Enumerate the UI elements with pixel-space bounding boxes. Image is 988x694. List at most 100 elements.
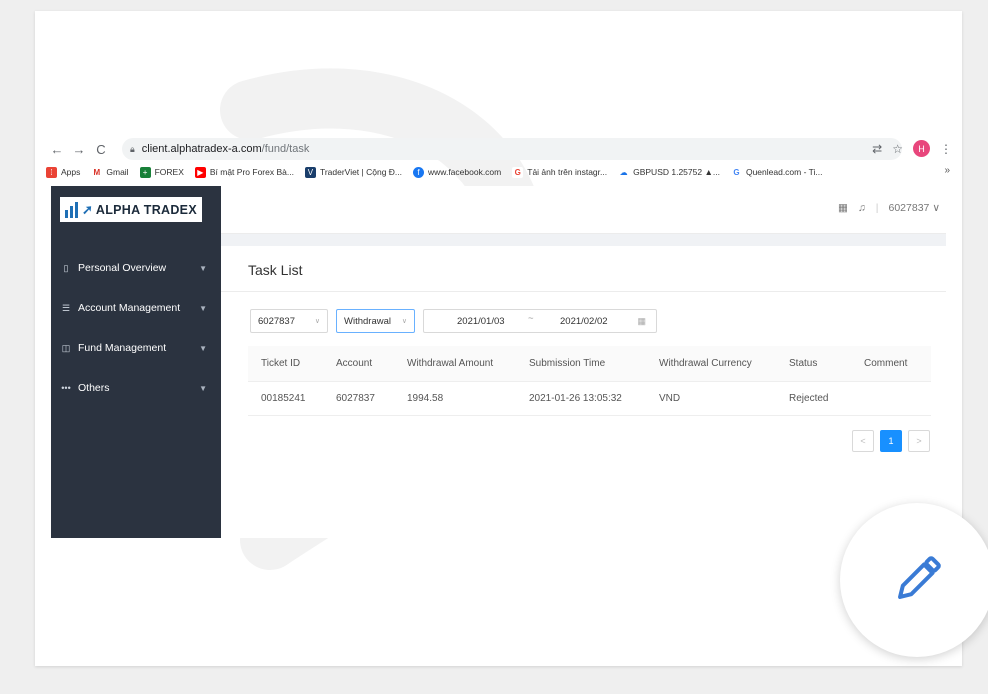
column-header: Account bbox=[336, 358, 373, 369]
cell-submission-time: 2021-01-26 13:05:32 bbox=[529, 393, 622, 404]
main-content: Task List 6027837 ∨ Withdrawal ∨ 2021/01… bbox=[221, 246, 946, 538]
reload-icon[interactable]: C bbox=[90, 142, 112, 157]
cell-status: Rejected bbox=[789, 393, 829, 404]
logo[interactable]: ➚ ALPHA TRADEX bbox=[60, 197, 202, 222]
logo-text: ALPHA TRADEX bbox=[95, 202, 197, 217]
sidebar-item-others[interactable]: ••• Others ▼ bbox=[51, 368, 221, 408]
apps-grid-icon: ⁞ bbox=[46, 166, 57, 178]
date-range-picker[interactable]: 2021/01/03 ~ 2021/02/02 ▦ bbox=[423, 309, 657, 333]
edit-fab-button[interactable] bbox=[840, 503, 988, 657]
bell-icon[interactable]: ♫ bbox=[858, 202, 866, 214]
prev-page-button[interactable]: < bbox=[852, 430, 874, 452]
google-icon: G bbox=[730, 166, 742, 178]
bookmark-forex[interactable]: + FOREX bbox=[139, 166, 184, 178]
list-icon: ☰ bbox=[61, 302, 71, 313]
bookmark-label: Quenlead.com - Ti... bbox=[745, 167, 823, 177]
bookmarks-bar: ⁞ Apps M Gmail + FOREX ▶ Bí mật Pro Forex Bà… bbox=[46, 163, 952, 181]
table-header: Ticket ID Account Withdrawal Amount Subm… bbox=[248, 346, 931, 382]
chevron-down-icon: ∨ bbox=[401, 318, 407, 325]
column-header: Withdrawal Currency bbox=[659, 358, 752, 369]
date-from[interactable]: 2021/01/03 bbox=[457, 316, 505, 327]
bookmark-label: GBPUSD 1.25752 ▲... bbox=[633, 167, 720, 177]
bookmark-quenlead[interactable]: G Quenlead.com - Ti... bbox=[730, 166, 823, 178]
chevron-left-icon: < bbox=[860, 436, 866, 446]
translate-icon[interactable]: ⇄ bbox=[872, 142, 882, 156]
url-bar[interactable]: 🔒︎ client.alphatradex-a.com/fund/task bbox=[122, 138, 902, 160]
chevron-down-icon: ▼ bbox=[199, 343, 207, 353]
chevron-down-icon: ▼ bbox=[199, 263, 207, 273]
bookmark-gbpusd[interactable]: ☁ GBPUSD 1.25752 ▲... bbox=[618, 166, 720, 178]
type-select[interactable]: Withdrawal ∨ bbox=[336, 309, 415, 333]
account-switcher[interactable]: 6027837 ∨ bbox=[889, 202, 941, 214]
column-header: Ticket ID bbox=[261, 358, 301, 369]
bookmarks-more-icon[interactable]: » bbox=[944, 165, 950, 176]
chevron-down-icon: ∨ bbox=[932, 202, 940, 214]
header-separator bbox=[221, 234, 946, 246]
cell-amount: 1994.58 bbox=[407, 393, 444, 404]
bookmark-gmail[interactable]: M Gmail bbox=[91, 166, 129, 178]
document-icon: ▯ bbox=[63, 262, 69, 273]
sidebar-item-account-management[interactable]: ☰ Account Management ▼ bbox=[51, 288, 221, 328]
cell-account: 6027837 bbox=[336, 393, 375, 404]
url-path: /fund/task bbox=[261, 143, 310, 155]
profile-avatar[interactable]: H bbox=[913, 140, 930, 157]
page-title: Task List bbox=[248, 262, 303, 278]
url-host: client.alphatradex-a.com bbox=[141, 143, 262, 155]
back-icon[interactable]: ← bbox=[46, 142, 68, 157]
bookmark-apps[interactable]: ⁞ Apps bbox=[46, 166, 81, 178]
app-header: ▦ ♫ | 6027837 ∨ bbox=[221, 186, 946, 234]
forward-icon[interactable]: → bbox=[68, 142, 90, 157]
cell-currency: VND bbox=[659, 393, 681, 404]
cloud-icon: ☁ bbox=[618, 166, 630, 178]
sidebar-item-label: Account Management bbox=[78, 302, 181, 314]
header-divider: | bbox=[875, 202, 879, 214]
bookmark-instagram-dl[interactable]: G Tải ảnh trên instagr... bbox=[512, 166, 608, 178]
bookmark-label: www.facebook.com bbox=[428, 167, 502, 177]
browser-screenshot: ← → C 🔒︎ client.alphatradex-a.com/fund/t… bbox=[46, 137, 952, 542]
sidebar: ➚ ALPHA TRADEX ▯ Personal Overview ▼ ☰ A… bbox=[51, 186, 221, 538]
sidebar-item-label: Fund Management bbox=[78, 342, 167, 354]
pagination: < 1 > bbox=[852, 430, 930, 452]
bookmark-label: FOREX bbox=[154, 167, 184, 177]
date-to[interactable]: 2021/02/02 bbox=[560, 316, 608, 327]
bookmark-label: Gmail bbox=[106, 167, 129, 177]
divider bbox=[221, 291, 946, 292]
next-page-button[interactable]: > bbox=[908, 430, 930, 452]
logo-arrow-icon: ➚ bbox=[82, 201, 93, 217]
database-icon: ◫ bbox=[61, 342, 71, 353]
g-icon: G bbox=[512, 166, 524, 178]
cell-ticket-id: 00185241 bbox=[261, 393, 306, 404]
bookmark-label: Bí mật Pro Forex Bà... bbox=[209, 167, 294, 177]
bookmark-facebook[interactable]: f www.facebook.com bbox=[413, 166, 502, 178]
date-separator: ~ bbox=[528, 313, 534, 324]
kebab-menu-icon[interactable]: ⋮ bbox=[940, 142, 952, 156]
sidebar-menu: ▯ Personal Overview ▼ ☰ Account Manageme… bbox=[51, 248, 221, 408]
chevron-down-icon: ▼ bbox=[199, 383, 207, 393]
account-select[interactable]: 6027837 ∨ bbox=[250, 309, 328, 333]
lock-icon: 🔒︎ bbox=[130, 143, 135, 154]
traderviet-icon: V bbox=[304, 166, 316, 178]
ellipsis-icon: ••• bbox=[61, 383, 71, 393]
sheets-icon: + bbox=[139, 166, 151, 178]
bookmark-youtube[interactable]: ▶ Bí mật Pro Forex Bà... bbox=[194, 166, 294, 178]
account-select-value: 6027837 bbox=[258, 315, 295, 327]
sidebar-item-fund-management[interactable]: ◫ Fund Management ▼ bbox=[51, 328, 221, 368]
table-row[interactable]: 00185241 6027837 1994.58 2021-01-26 13:0… bbox=[248, 382, 931, 416]
bookmark-traderviet[interactable]: V TraderViet | Cộng Đ... bbox=[304, 166, 402, 178]
chevron-down-icon: ▼ bbox=[199, 303, 207, 313]
bookmark-label: Apps bbox=[61, 167, 81, 177]
star-icon[interactable]: ☆ bbox=[892, 142, 903, 156]
calendar-icon[interactable]: ▦ bbox=[838, 202, 848, 214]
address-bar-row: ← → C 🔒︎ client.alphatradex-a.com/fund/t… bbox=[46, 137, 952, 161]
gmail-icon: M bbox=[91, 166, 103, 178]
task-table: Ticket ID Account Withdrawal Amount Subm… bbox=[248, 346, 931, 416]
bookmark-label: Tải ảnh trên instagr... bbox=[527, 167, 608, 177]
chevron-right-icon: > bbox=[916, 436, 922, 446]
page-1-button[interactable]: 1 bbox=[880, 430, 902, 452]
column-header: Withdrawal Amount bbox=[407, 358, 494, 369]
logo-bars-icon bbox=[65, 201, 78, 218]
sidebar-item-label: Others bbox=[78, 382, 110, 394]
youtube-icon: ▶ bbox=[194, 166, 206, 178]
header-actions: ▦ ♫ | 6027837 ∨ bbox=[838, 202, 940, 214]
sidebar-item-personal-overview[interactable]: ▯ Personal Overview ▼ bbox=[51, 248, 221, 288]
